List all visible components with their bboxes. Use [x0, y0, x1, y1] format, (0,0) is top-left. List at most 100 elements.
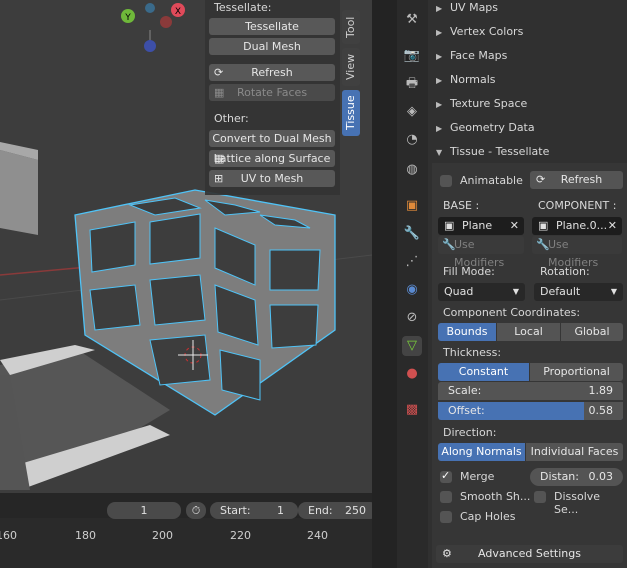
- mesh-icon: ▣: [538, 219, 549, 232]
- offset-field[interactable]: Offset: 0.58: [438, 402, 623, 420]
- section-face-maps[interactable]: ▶ Face Maps: [428, 44, 627, 68]
- output-icon[interactable]: 🖶: [402, 74, 422, 94]
- convert-dual-mesh-button[interactable]: Convert to Dual Mesh: [209, 130, 335, 147]
- direction-individual-faces-button[interactable]: Individual Faces: [526, 443, 623, 461]
- section-label: Texture Space: [450, 97, 528, 110]
- animatable-label: Animatable: [460, 174, 523, 187]
- merge-distance-field[interactable]: Distan: 0.03: [530, 468, 623, 486]
- coords-global-button[interactable]: Global: [561, 323, 623, 341]
- direction-along-normals-button[interactable]: Along Normals: [438, 443, 525, 461]
- rotation-dropdown[interactable]: Default ▼: [534, 283, 623, 301]
- tissue-refresh-button[interactable]: ⟳ Refresh: [530, 171, 623, 189]
- stopwatch-icon[interactable]: ⏱: [186, 502, 206, 519]
- advanced-settings-toggle[interactable]: ⚙ Advanced Settings: [436, 545, 623, 563]
- advanced-settings-label: Advanced Settings: [478, 547, 581, 560]
- start-frame-field[interactable]: Start: 1: [210, 502, 298, 519]
- component-use-modifiers[interactable]: 🔧 Use Modifiers: [532, 236, 622, 269]
- component-object-field[interactable]: ▣ Plane.0... ✕: [532, 217, 622, 235]
- timeline-header: 1 ⏱ Start: 1 End: 250 ‹: [0, 493, 397, 548]
- settings-icon: ⚙: [442, 547, 452, 560]
- chevron-right-icon: ▶: [436, 124, 443, 133]
- rotate-faces-button[interactable]: ▦ Rotate Faces: [209, 84, 335, 101]
- frame-tick: 240: [307, 529, 328, 542]
- component-object-value: Plane.0...: [556, 219, 608, 232]
- dual-mesh-button[interactable]: Dual Mesh: [209, 38, 335, 55]
- thickness-constant-button[interactable]: Constant: [438, 363, 529, 381]
- tab-tool[interactable]: Tool: [342, 10, 360, 44]
- tab-view[interactable]: View: [342, 48, 360, 86]
- chevron-down-icon: ▼: [512, 287, 519, 296]
- section-label: Normals: [450, 73, 496, 86]
- refresh-icon: ⟳: [214, 66, 224, 79]
- section-normals[interactable]: ▶ Normals: [428, 68, 627, 92]
- gizmo-y-label: Y: [124, 13, 131, 23]
- fill-mode-value: Quad: [444, 285, 474, 298]
- properties-tabs: ⚒ 📷 🖶 ◈ ◔ ◍ ▣ 🔧 ⋰ ◉ ⊘ ▽ ● ▩: [397, 0, 428, 568]
- tissue-tools-panel: Tessellate: Tessellate Dual Mesh ⟳ Refre…: [205, 0, 340, 195]
- tab-tissue[interactable]: Tissue: [342, 90, 360, 136]
- rotate-faces-icon: ▦: [214, 86, 225, 99]
- fill-mode-dropdown[interactable]: Quad ▼: [438, 283, 525, 301]
- animatable-checkbox[interactable]: [440, 175, 452, 187]
- section-vertex-colors[interactable]: ▶ Vertex Colors: [428, 20, 627, 44]
- constraints-icon[interactable]: ⊘: [402, 308, 422, 328]
- lattice-along-surface-button[interactable]: ▦ Lattice along Surface: [209, 150, 335, 167]
- merge-checkbox[interactable]: [440, 469, 452, 483]
- scale-field[interactable]: Scale: 1.89: [438, 382, 623, 400]
- uv-icon: ⊞: [214, 172, 224, 185]
- smooth-shading-checkbox[interactable]: [440, 491, 452, 503]
- chevron-right-icon: ▶: [436, 100, 443, 109]
- frame-tick: 220: [230, 529, 251, 542]
- view-layer-icon[interactable]: ◈: [402, 102, 422, 122]
- uv-to-mesh-button[interactable]: ⊞ UV to Mesh: [209, 170, 335, 187]
- rotation-value: Default: [540, 285, 581, 298]
- uv-label: UV to Mesh: [240, 172, 304, 185]
- component-label: COMPONENT :: [538, 199, 617, 212]
- section-texture-space[interactable]: ▶ Texture Space: [428, 92, 627, 116]
- tool-settings-icon[interactable]: ⚒: [402, 10, 422, 30]
- section-geometry-data[interactable]: ▶ Geometry Data: [428, 116, 627, 140]
- scale-value: 1.89: [588, 384, 614, 397]
- object-data-icon[interactable]: ▽: [402, 336, 422, 356]
- scene-icon[interactable]: ◔: [402, 130, 422, 150]
- distance-label: Distan:: [540, 470, 579, 483]
- merge-label: Merge: [460, 470, 495, 483]
- clear-icon[interactable]: ✕: [510, 217, 519, 235]
- refresh-button[interactable]: ⟳ Refresh: [209, 64, 335, 81]
- timeline: 1 ⏱ Start: 1 End: 250 ‹ 160 180 200 220 …: [0, 493, 397, 568]
- texture-icon[interactable]: ▩: [402, 400, 422, 420]
- material-icon[interactable]: ●: [402, 364, 422, 384]
- base-use-modifiers[interactable]: 🔧 Use Modifiers: [438, 236, 524, 269]
- cap-holes-checkbox[interactable]: [440, 511, 452, 523]
- cube-object: [0, 150, 38, 235]
- object-icon[interactable]: ▣: [402, 196, 422, 216]
- wrench-icon: 🔧: [536, 238, 550, 251]
- section-tissue-tessellate[interactable]: ▼ Tissue - Tessellate: [428, 140, 627, 164]
- section-label: Vertex Colors: [450, 25, 524, 38]
- modifier-wrench-icon[interactable]: 🔧: [402, 224, 422, 244]
- thickness-proportional-button[interactable]: Proportional: [530, 363, 623, 381]
- coords-bounds-button[interactable]: Bounds: [438, 323, 496, 341]
- physics-icon[interactable]: ◉: [402, 280, 422, 300]
- tessellate-heading: Tessellate:: [214, 1, 272, 14]
- editor-divider: [372, 0, 397, 568]
- tissue-refresh-label: Refresh: [560, 173, 603, 186]
- tessellate-button[interactable]: Tessellate: [209, 18, 335, 35]
- lattice-icon: ▦: [214, 152, 225, 165]
- section-uv-maps[interactable]: ▶ UV Maps: [428, 0, 627, 20]
- end-frame-field[interactable]: End: 250: [298, 502, 378, 519]
- chevron-right-icon: ▶: [436, 52, 443, 61]
- current-frame-field[interactable]: 1: [107, 502, 181, 519]
- frame-tick: 180: [75, 529, 96, 542]
- start-label: Start:: [220, 504, 251, 517]
- render-icon[interactable]: 📷: [402, 46, 422, 66]
- coords-local-button[interactable]: Local: [497, 323, 560, 341]
- base-object-field[interactable]: ▣ Plane ✕: [438, 217, 524, 235]
- dissolve-checkbox[interactable]: [534, 491, 546, 503]
- chevron-down-icon: ▼: [610, 287, 617, 296]
- world-icon[interactable]: ◍: [402, 160, 422, 180]
- wrench-icon: 🔧: [442, 238, 456, 251]
- clear-icon[interactable]: ✕: [608, 217, 617, 235]
- chevron-right-icon: ▶: [436, 4, 443, 13]
- particles-icon[interactable]: ⋰: [402, 252, 422, 272]
